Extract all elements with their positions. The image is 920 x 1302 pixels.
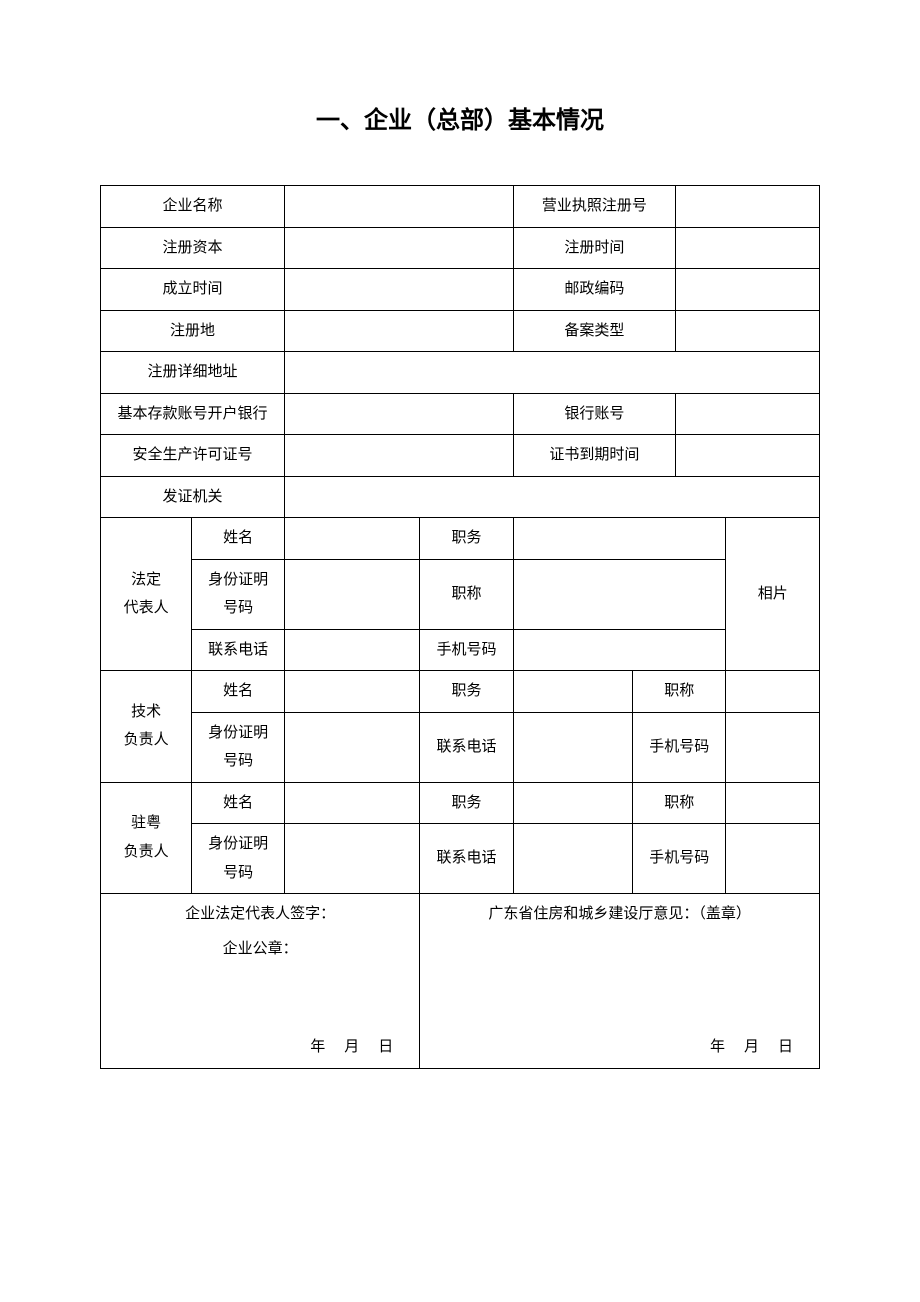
row-est-time: 成立时间 邮政编码	[101, 269, 820, 311]
page: 一、企业（总部）基本情况 企业名称 营业执照注册号 注册资本 注册时间	[0, 0, 920, 1302]
row-reg-address: 注册详细地址	[101, 352, 820, 394]
label-tech-name: 姓名	[192, 671, 285, 713]
value-yue-duty	[513, 782, 632, 824]
value-company-name	[285, 186, 514, 228]
value-legal-name	[285, 518, 420, 560]
value-legal-tel	[285, 629, 420, 671]
label-yue-tel: 联系电话	[420, 824, 513, 894]
label-legal-tel: 联系电话	[192, 629, 285, 671]
label-safety-permit: 安全生产许可证号	[101, 435, 285, 477]
row-company-name: 企业名称 营业执照注册号	[101, 186, 820, 228]
label-yue-title: 职称	[633, 782, 726, 824]
value-reg-time	[676, 227, 820, 269]
label-reg-time: 注册时间	[513, 227, 675, 269]
sign-right-line1: 广东省住房和城乡建设厅意见：（盖章）	[424, 900, 815, 929]
value-tech-name	[285, 671, 420, 713]
row-issuer: 发证机关	[101, 476, 820, 518]
value-tech-title	[726, 671, 820, 713]
sign-left-date: 年 月 日	[105, 1033, 415, 1062]
signature-left: 企业法定代表人签字： 企业公章： 年 月 日	[101, 894, 420, 1069]
value-safety-permit	[285, 435, 514, 477]
label-bank: 基本存款账号开户银行	[101, 393, 285, 435]
label-legal-mobile: 手机号码	[420, 629, 513, 671]
sign-right-date: 年 月 日	[424, 1033, 815, 1062]
value-reg-address	[285, 352, 820, 394]
label-record-type: 备案类型	[513, 310, 675, 352]
value-issuer	[285, 476, 820, 518]
label-legal-group: 法定代表人	[101, 518, 192, 671]
row-signatures: 企业法定代表人签字： 企业公章： 年 月 日 广东省住房和城乡建设厅意见：（盖章…	[101, 894, 820, 1069]
form-table: 企业名称 营业执照注册号 注册资本 注册时间 成立时间 邮政编码 注册地 备案类…	[100, 185, 820, 1069]
label-issuer: 发证机关	[101, 476, 285, 518]
value-tech-tel	[513, 712, 632, 782]
label-legal-id: 身份证明号码	[192, 559, 285, 629]
row-legal-name: 法定代表人 姓名 职务 相片	[101, 518, 820, 560]
row-tech-name: 技术负责人 姓名 职务 职称	[101, 671, 820, 713]
label-legal-title: 职称	[420, 559, 513, 629]
value-tech-mobile	[726, 712, 820, 782]
label-legal-duty: 职务	[420, 518, 513, 560]
value-yue-title	[726, 782, 820, 824]
value-est-time	[285, 269, 514, 311]
label-tech-group: 技术负责人	[101, 671, 192, 783]
value-yue-tel	[513, 824, 632, 894]
value-tech-duty	[513, 671, 632, 713]
label-cert-expire: 证书到期时间	[513, 435, 675, 477]
row-yue-name: 驻粤负责人 姓名 职务 职称	[101, 782, 820, 824]
label-legal-name: 姓名	[192, 518, 285, 560]
value-postcode	[676, 269, 820, 311]
label-reg-capital: 注册资本	[101, 227, 285, 269]
label-reg-place: 注册地	[101, 310, 285, 352]
label-tech-title: 职称	[633, 671, 726, 713]
row-reg-place: 注册地 备案类型	[101, 310, 820, 352]
label-yue-name: 姓名	[192, 782, 285, 824]
value-license-no	[676, 186, 820, 228]
label-legal-photo: 相片	[726, 518, 820, 671]
row-bank: 基本存款账号开户银行 银行账号	[101, 393, 820, 435]
label-reg-address: 注册详细地址	[101, 352, 285, 394]
value-yue-name	[285, 782, 420, 824]
label-tech-duty: 职务	[420, 671, 513, 713]
sign-left-line1: 企业法定代表人签字：	[105, 900, 415, 929]
label-postcode: 邮政编码	[513, 269, 675, 311]
label-yue-duty: 职务	[420, 782, 513, 824]
row-safety-permit: 安全生产许可证号 证书到期时间	[101, 435, 820, 477]
label-license-no: 营业执照注册号	[513, 186, 675, 228]
row-legal-id: 身份证明号码 职称	[101, 559, 820, 629]
sign-right-line2	[424, 935, 815, 964]
value-legal-id	[285, 559, 420, 629]
value-bank	[285, 393, 514, 435]
value-reg-capital	[285, 227, 514, 269]
value-cert-expire	[676, 435, 820, 477]
label-bank-acct: 银行账号	[513, 393, 675, 435]
row-legal-tel: 联系电话 手机号码	[101, 629, 820, 671]
label-tech-tel: 联系电话	[420, 712, 513, 782]
label-yue-mobile: 手机号码	[633, 824, 726, 894]
value-record-type	[676, 310, 820, 352]
signature-right: 广东省住房和城乡建设厅意见：（盖章） 年 月 日	[420, 894, 820, 1069]
page-title: 一、企业（总部）基本情况	[100, 100, 820, 135]
value-reg-place	[285, 310, 514, 352]
label-tech-mobile: 手机号码	[633, 712, 726, 782]
sign-left-line2: 企业公章：	[105, 935, 415, 964]
label-yue-id: 身份证明号码	[192, 824, 285, 894]
label-est-time: 成立时间	[101, 269, 285, 311]
value-legal-duty	[513, 518, 726, 560]
value-yue-id	[285, 824, 420, 894]
value-yue-mobile	[726, 824, 820, 894]
value-legal-mobile	[513, 629, 726, 671]
row-reg-capital: 注册资本 注册时间	[101, 227, 820, 269]
value-tech-id	[285, 712, 420, 782]
label-yue-group: 驻粤负责人	[101, 782, 192, 894]
row-tech-id: 身份证明号码 联系电话 手机号码	[101, 712, 820, 782]
label-tech-id: 身份证明号码	[192, 712, 285, 782]
value-legal-title	[513, 559, 726, 629]
row-yue-id: 身份证明号码 联系电话 手机号码	[101, 824, 820, 894]
label-company-name: 企业名称	[101, 186, 285, 228]
value-bank-acct	[676, 393, 820, 435]
